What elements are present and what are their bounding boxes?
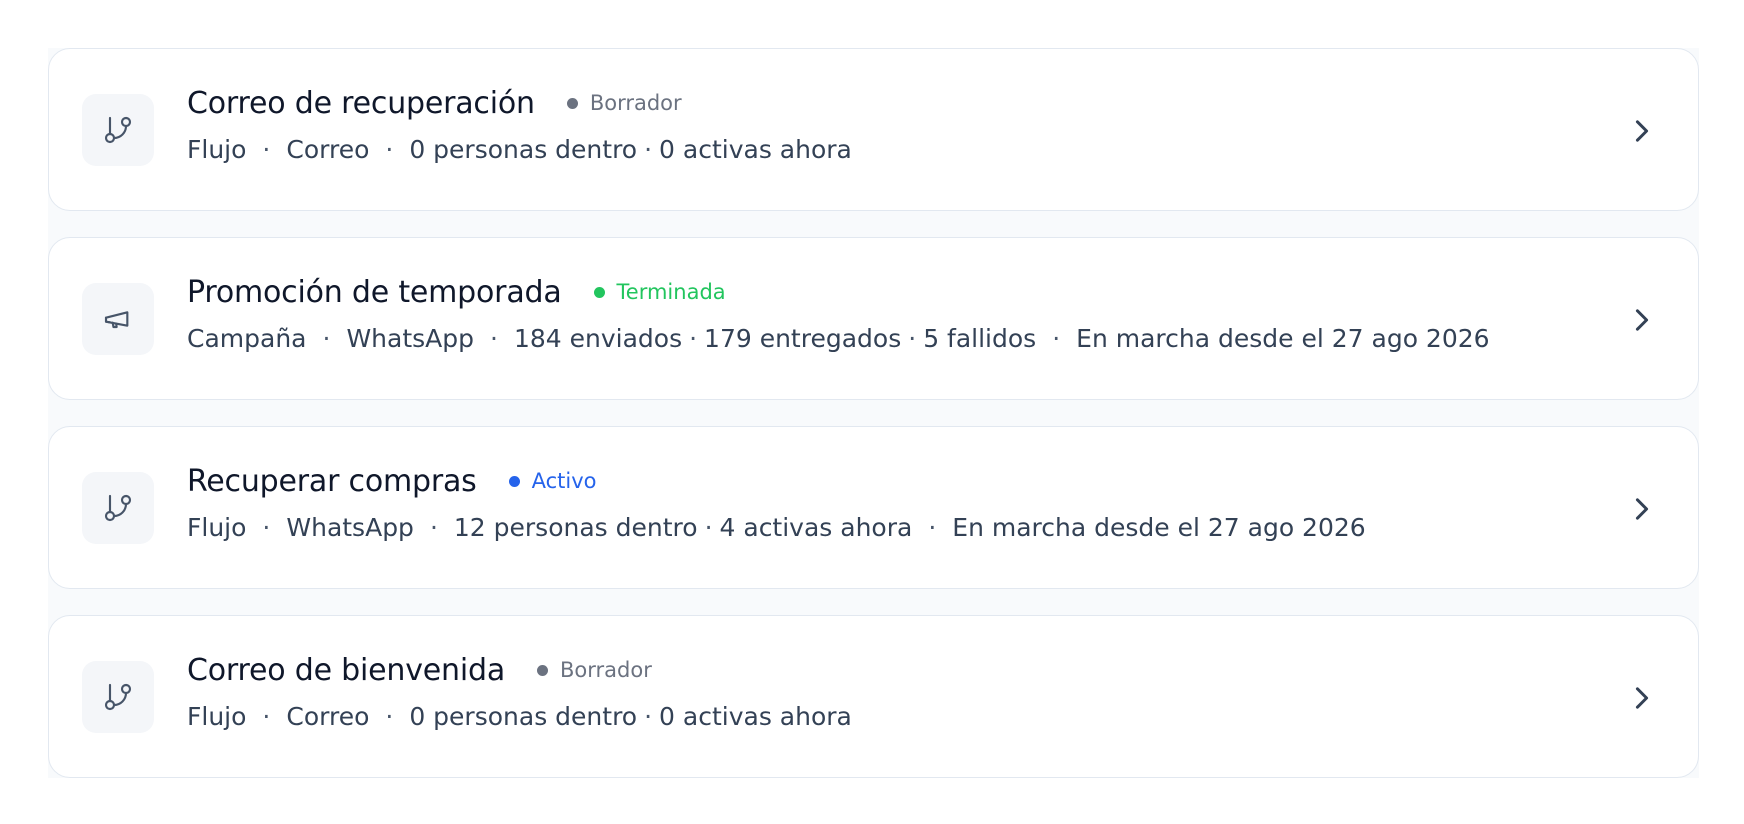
item-title: Correo de bienvenida: [187, 652, 506, 688]
automation-list: Correo de recuperación Borrador Flujo · …: [48, 48, 1699, 778]
meta-channel: WhatsApp: [346, 324, 474, 353]
meta-sent: 184 enviados: [513, 324, 683, 353]
item-title: Correo de recuperación: [187, 85, 535, 121]
item-content: Recuperar compras Activo Flujo · WhatsAp…: [187, 461, 1578, 543]
item-meta: Flujo · WhatsApp · 12 personas dentro · …: [187, 513, 1578, 542]
separator: ·: [644, 135, 653, 164]
list-item[interactable]: Correo de recuperación Borrador Flujo · …: [48, 48, 1699, 211]
meta-type: Flujo: [187, 513, 247, 542]
item-title-row: Recuperar compras Activo: [187, 461, 1578, 501]
meta-delivered: 179 entregados: [704, 324, 902, 353]
meta-channel: WhatsApp: [286, 513, 414, 542]
item-content: Promoción de temporada Terminada Campaña…: [187, 272, 1578, 354]
status-dot: [566, 97, 578, 109]
item-content: Correo de bienvenida Borrador Flujo · Co…: [187, 650, 1578, 732]
separator: ·: [385, 135, 394, 164]
status-label: Activo: [531, 469, 597, 493]
status-badge: Terminada: [593, 280, 726, 304]
separator: ·: [322, 324, 331, 353]
meta-running-since: En marcha desde el 27 ago 2026: [1076, 324, 1490, 353]
meta-active-now: 0 activas ahora: [659, 135, 852, 164]
separator: ·: [704, 513, 713, 542]
meta-people-inside: 12 personas dentro: [453, 513, 698, 542]
megaphone-icon: [82, 283, 154, 355]
status-dot: [593, 286, 605, 298]
git-branch-icon: [82, 472, 154, 544]
status-dot: [508, 475, 520, 487]
status-badge: Borrador: [566, 91, 682, 115]
meta-people-inside: 0 personas dentro: [409, 135, 638, 164]
meta-type: Flujo: [187, 135, 247, 164]
separator: ·: [644, 702, 653, 731]
chevron-right-icon[interactable]: [1628, 493, 1656, 525]
chevron-right-icon[interactable]: [1628, 115, 1656, 147]
item-meta: Flujo · Correo · 0 personas dentro · 0 a…: [187, 135, 1578, 164]
chevron-right-icon[interactable]: [1628, 304, 1656, 336]
meta-type: Flujo: [187, 702, 247, 731]
item-title-row: Promoción de temporada Terminada: [187, 272, 1578, 312]
separator: ·: [908, 324, 917, 353]
list-item[interactable]: Correo de bienvenida Borrador Flujo · Co…: [48, 615, 1699, 778]
separator: ·: [262, 513, 271, 542]
item-title-row: Correo de bienvenida Borrador: [187, 650, 1578, 690]
status-label: Borrador: [589, 91, 682, 115]
separator: ·: [689, 324, 698, 353]
meta-people-inside: 0 personas dentro: [409, 702, 638, 731]
meta-type: Campaña: [187, 324, 307, 353]
item-title: Promoción de temporada: [187, 274, 562, 310]
status-label: Terminada: [616, 280, 726, 304]
git-branch-icon: [82, 94, 154, 166]
separator: ·: [429, 513, 438, 542]
separator: ·: [1052, 324, 1061, 353]
chevron-right-icon[interactable]: [1628, 682, 1656, 714]
meta-active-now: 4 activas ahora: [719, 513, 913, 542]
meta-channel: Correo: [286, 702, 370, 731]
list-item[interactable]: Promoción de temporada Terminada Campaña…: [48, 237, 1699, 400]
separator: ·: [262, 702, 271, 731]
status-badge: Borrador: [537, 658, 652, 682]
git-branch-icon: [82, 661, 154, 733]
status-dot: [537, 664, 549, 676]
item-title: Recuperar compras: [187, 463, 477, 499]
separator: ·: [262, 135, 271, 164]
status-badge: Activo: [508, 469, 597, 493]
status-label: Borrador: [560, 658, 652, 682]
list-item[interactable]: Recuperar compras Activo Flujo · WhatsAp…: [48, 426, 1699, 589]
item-content: Correo de recuperación Borrador Flujo · …: [187, 83, 1578, 165]
meta-failed: 5 fallidos: [923, 324, 1037, 353]
item-meta: Campaña · WhatsApp · 184 enviados · 179 …: [187, 324, 1578, 353]
meta-active-now: 0 activas ahora: [659, 702, 852, 731]
item-meta: Flujo · Correo · 0 personas dentro · 0 a…: [187, 702, 1578, 731]
meta-channel: Correo: [286, 135, 370, 164]
meta-running-since: En marcha desde el 27 ago 2026: [952, 513, 1366, 542]
separator: ·: [385, 702, 394, 731]
separator: ·: [928, 513, 937, 542]
item-title-row: Correo de recuperación Borrador: [187, 83, 1578, 123]
separator: ·: [490, 324, 498, 353]
